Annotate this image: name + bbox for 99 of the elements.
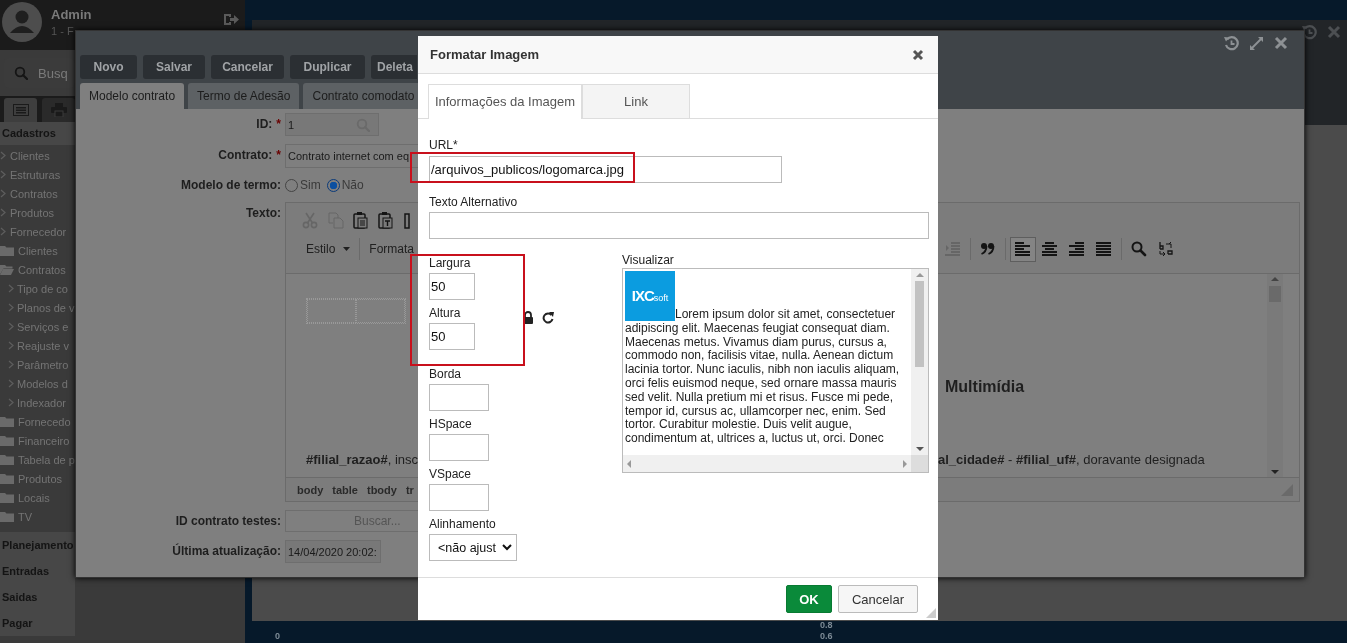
menu-item[interactable]: Produtos (10, 206, 55, 219)
element-path-link[interactable]: tr (405, 483, 414, 496)
border-field[interactable] (429, 384, 489, 411)
toolbar-button[interactable]: Duplicar (290, 55, 365, 79)
lock-icon[interactable] (522, 311, 534, 324)
history-icon[interactable] (1302, 25, 1317, 40)
field-label: Altura (429, 306, 462, 321)
field-label: Texto: (245, 206, 281, 220)
folder-item[interactable]: Produtos (18, 472, 63, 485)
field-label: Modelo de termo: (181, 178, 281, 192)
tab[interactable]: Link (582, 84, 690, 118)
field-label: VSpace (429, 467, 473, 482)
field-label: ID: (256, 117, 273, 131)
logo: IXCsoft (625, 271, 675, 321)
field-label: HSpace (429, 417, 473, 432)
width-field[interactable]: 50 (429, 273, 475, 300)
element-path-link[interactable]: tbody (366, 483, 397, 496)
radio-label[interactable]: Sim (300, 178, 321, 192)
scrollbar-thumb[interactable] (915, 281, 924, 367)
folder-item[interactable]: Contratos (18, 263, 66, 276)
preview-text: IXCsoft Lorem ipsum dolor sit amet, consectetuer adipiscing elit. Maecenas feugiat consequat diam. Maecenas metus. Vivamus diam purus, cursus a, commodo non, facilisis vitae, nulla. Aenean dictum lacinia tortor. Nunc iaculis, nibh non iaculis aliquam, orci felis euismod neque, sed ornare massa mauris sed velit. Nulla pretium mi et risus. Fusce mi pede, tempor id, cursus ac, ullamcorper nec, enim. Sed tortor. Curabitur molestie. Duis velit augue, condimentum at, ultrices a, luctus ut, orci. Donec (625, 271, 911, 446)
expand-icon[interactable] (1249, 36, 1264, 51)
field-label: Texto Alternativo (429, 195, 519, 210)
required-mark: * (276, 117, 281, 131)
element-path-link[interactable]: body (297, 483, 324, 496)
toolbar-button[interactable]: Cancelar (211, 55, 284, 79)
logout-icon[interactable] (224, 12, 239, 26)
user-name: Admin (51, 7, 93, 22)
document-text: #filial_razao#, insc (306, 452, 419, 468)
style-dropdown[interactable]: Estilo (306, 242, 351, 256)
chevron-down-icon (502, 544, 512, 551)
chevron-icon (8, 398, 14, 407)
folder-item[interactable]: Fornecedo (18, 415, 71, 428)
chevron-icon (8, 379, 14, 388)
folder-item[interactable]: TV (18, 510, 33, 523)
chevron-icon (0, 227, 6, 236)
chevron-icon (8, 303, 14, 312)
field-label: ID contrato testes: (175, 514, 281, 528)
field-label: Visualizar (622, 253, 675, 268)
chevron-icon (0, 170, 6, 179)
field-label: Última atualização: (172, 544, 281, 558)
axis-label: 0.8 (820, 620, 833, 631)
tab[interactable]: Informações da Imagem (428, 84, 582, 119)
text-field[interactable]: Contrato internet com eq (285, 144, 419, 168)
field-label: Borda (429, 367, 463, 382)
dialog-title: Formatar Imagem (430, 47, 540, 62)
resize-grip-icon (926, 608, 936, 618)
hspace-field[interactable] (429, 434, 489, 461)
close-icon[interactable] (1274, 36, 1288, 50)
document-text: al_cidade# - #filial_uf#, doravante designada (938, 452, 1206, 468)
sidebar-tab[interactable] (4, 98, 37, 122)
field-label: URL* (429, 138, 459, 153)
align-left-icon[interactable] (1010, 236, 1036, 262)
toolbar-button[interactable]: Deleta (371, 55, 417, 79)
text-field[interactable]: 14/04/2020 20:02: (285, 540, 381, 563)
radio-label[interactable]: Não (341, 178, 364, 192)
toolbar-button[interactable]: Salvar (143, 55, 205, 79)
menu-item[interactable]: Modelos d (17, 377, 68, 390)
menu-item[interactable]: Contratos (10, 187, 58, 200)
chevron-icon (8, 322, 14, 331)
folder-item[interactable]: Locais (18, 491, 50, 504)
chevron-icon (0, 208, 6, 217)
alignment-select[interactable]: <não ajust (429, 534, 517, 561)
chevron-icon (8, 284, 14, 293)
chevron-icon (0, 151, 6, 160)
text-field[interactable] (429, 212, 929, 239)
field-label: Alinhamento (429, 517, 497, 532)
radio-button[interactable] (326, 178, 340, 192)
document-heading: Multimídia (944, 378, 1026, 397)
tab[interactable]: Modelo contrato (80, 83, 185, 109)
element-path-link[interactable]: table (332, 483, 358, 496)
id-field[interactable]: 1 (285, 113, 379, 136)
close-icon[interactable] (912, 48, 924, 61)
menu-item[interactable]: Fornecedor (10, 225, 67, 238)
height-field[interactable]: 50 (429, 323, 475, 350)
axis-label: 0.6 (820, 631, 833, 642)
tab[interactable]: Termo de Adesão (188, 83, 300, 109)
menu-item[interactable]: Estruturas (10, 168, 61, 181)
history-icon[interactable] (1224, 36, 1239, 51)
list-icon (12, 104, 29, 116)
folder-item[interactable]: Financeiro (18, 434, 70, 447)
refresh-icon[interactable] (542, 311, 554, 324)
menu-item[interactable]: Indexador (17, 396, 66, 409)
vspace-field[interactable] (429, 484, 489, 511)
field-label: Contrato: (218, 148, 273, 162)
chevron-icon (8, 360, 14, 369)
axis-label: 0 (275, 631, 280, 642)
menu-item[interactable]: Parâmetro (17, 358, 69, 371)
caret-icon (343, 247, 351, 251)
toolbar-button[interactable]: Novo (80, 55, 137, 79)
chevron-icon (0, 189, 6, 198)
chevron-icon (8, 341, 14, 350)
format-dropdown[interactable]: Formata (369, 242, 415, 256)
required-mark: * (276, 148, 281, 162)
printer-icon (50, 103, 67, 117)
ok-button[interactable]: OK (786, 585, 832, 613)
scrollbar-corner (911, 455, 928, 472)
field-label: Largura (429, 256, 472, 271)
cancel-button[interactable]: Cancelar (838, 585, 918, 613)
